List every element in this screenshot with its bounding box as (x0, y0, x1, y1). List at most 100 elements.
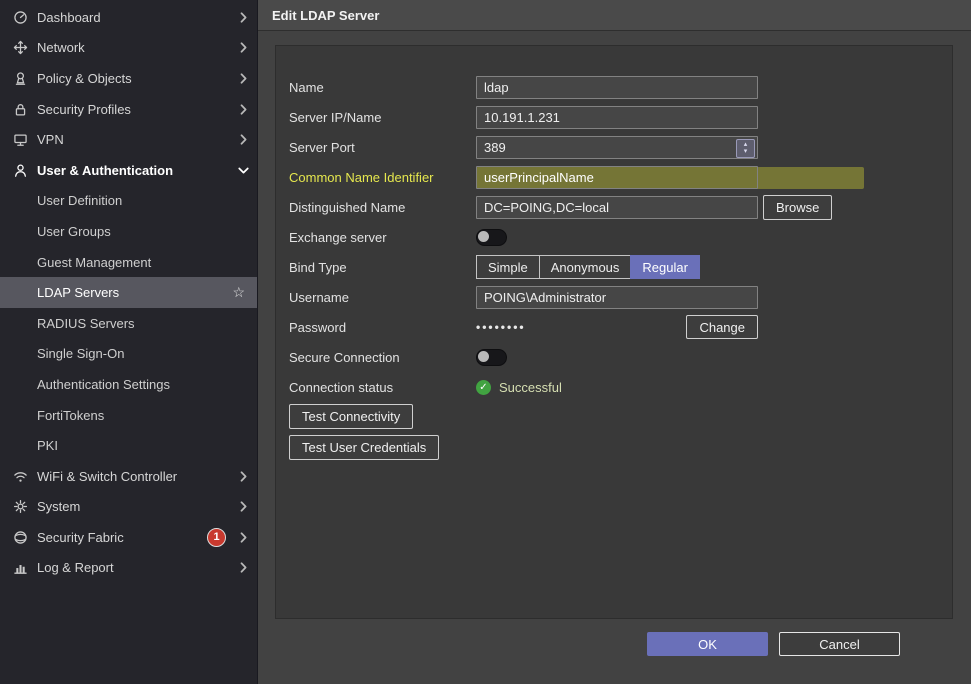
server-ip-row: Server IP/Name (276, 102, 952, 132)
footer-actions: OK Cancel (258, 632, 971, 656)
chevron-right-icon (240, 12, 247, 23)
sidebar-item-label: Policy & Objects (37, 71, 234, 86)
sidebar-item-vpn[interactable]: VPN (0, 124, 257, 155)
sidebar-item-log-report[interactable]: Log & Report (0, 553, 257, 584)
bind-type-regular[interactable]: Regular (630, 255, 700, 279)
monitor-icon (13, 132, 37, 147)
username-input[interactable] (476, 286, 758, 309)
bind-type-simple[interactable]: Simple (476, 255, 540, 279)
server-port-label: Server Port (289, 140, 476, 155)
bind-type-anonymous[interactable]: Anonymous (539, 255, 632, 279)
sidebar-item-wifi-switch-controller[interactable]: WiFi & Switch Controller (0, 461, 257, 492)
name-row: Name (276, 72, 952, 102)
chevron-right-icon (240, 501, 247, 512)
name-input[interactable] (476, 76, 758, 99)
stepper-down-icon[interactable]: ▾ (744, 148, 748, 155)
distinguished-name-input[interactable] (476, 196, 758, 219)
chevron-right-icon (240, 134, 247, 145)
test-user-credentials-button[interactable]: Test User Credentials (289, 435, 439, 460)
toggle-knob (478, 351, 489, 362)
fabric-icon (13, 530, 37, 545)
content-header: Edit LDAP Server (258, 0, 971, 31)
secure-connection-toggle[interactable] (476, 349, 507, 366)
dashboard-icon (13, 10, 37, 25)
connection-status-text: Successful (499, 380, 562, 395)
bind-type-label: Bind Type (289, 260, 476, 275)
sidebar-item-label: RADIUS Servers (37, 316, 247, 331)
username-row: Username (276, 282, 952, 312)
password-row: Password •••••••• Change (276, 312, 952, 342)
chevron-right-icon (240, 562, 247, 573)
username-label: Username (289, 290, 476, 305)
favorite-star-icon[interactable]: ☆ (232, 284, 245, 301)
sidebar-item-label: Authentication Settings (37, 377, 247, 392)
sidebar-item-label: Security Fabric (37, 530, 207, 545)
page-title: Edit LDAP Server (272, 8, 379, 23)
sidebar-item-label: Security Profiles (37, 102, 234, 117)
wifi-icon (13, 469, 37, 484)
server-ip-label: Server IP/Name (289, 110, 476, 125)
sidebar-item-security-profiles[interactable]: Security Profiles (0, 94, 257, 125)
lock-icon (13, 102, 37, 117)
sidebar-item-authentication-settings[interactable]: Authentication Settings (0, 369, 257, 400)
sidebar-item-label: WiFi & Switch Controller (37, 469, 234, 484)
chevron-down-icon (238, 167, 249, 174)
sidebar-item-policy-objects[interactable]: Policy & Objects (0, 63, 257, 94)
ok-button[interactable]: OK (647, 632, 768, 656)
sidebar-item-security-fabric[interactable]: Security Fabric 1 (0, 522, 257, 553)
distinguished-name-label: Distinguished Name (289, 200, 476, 215)
stepper-up-icon[interactable]: ▴ (744, 141, 748, 148)
chevron-right-icon (240, 471, 247, 482)
name-label: Name (289, 80, 476, 95)
sidebar-item-system[interactable]: System (0, 492, 257, 523)
exchange-server-row: Exchange server (276, 222, 952, 252)
chevron-right-icon (240, 73, 247, 84)
chart-icon (13, 560, 37, 575)
common-name-row: Common Name Identifier (276, 162, 952, 192)
sidebar-item-network[interactable]: Network (0, 33, 257, 64)
sidebar-item-label: VPN (37, 132, 234, 147)
change-password-button[interactable]: Change (686, 315, 758, 339)
password-masked: •••••••• (476, 320, 526, 334)
test-connectivity-button[interactable]: Test Connectivity (289, 404, 413, 429)
sidebar-item-single-sign-on[interactable]: Single Sign-On (0, 339, 257, 370)
chevron-right-icon (240, 532, 247, 543)
sidebar-item-label: Guest Management (37, 255, 247, 270)
sidebar-item-label: Single Sign-On (37, 346, 247, 361)
server-port-input[interactable] (476, 136, 758, 159)
sidebar-item-user-groups[interactable]: User Groups (0, 216, 257, 247)
common-name-input[interactable] (476, 166, 758, 189)
server-ip-input[interactable] (476, 106, 758, 129)
sidebar-item-fortitokens[interactable]: FortiTokens (0, 400, 257, 431)
notification-badge: 1 (207, 528, 226, 547)
sidebar-item-label: System (37, 499, 234, 514)
secure-connection-row: Secure Connection (276, 342, 952, 372)
connection-status-label: Connection status (289, 380, 476, 395)
main-content: Edit LDAP Server Name Server IP/Name Ser… (258, 0, 971, 684)
sidebar-item-guest-management[interactable]: Guest Management (0, 247, 257, 278)
sidebar-item-dashboard[interactable]: Dashboard (0, 2, 257, 33)
sidebar-item-label: User & Authentication (37, 163, 234, 178)
sidebar-item-radius-servers[interactable]: RADIUS Servers (0, 308, 257, 339)
browse-button[interactable]: Browse (763, 195, 832, 220)
sidebar-item-label: Log & Report (37, 560, 234, 575)
distinguished-name-row: Distinguished Name Browse (276, 192, 952, 222)
secure-connection-label: Secure Connection (289, 350, 476, 365)
cancel-button[interactable]: Cancel (779, 632, 900, 656)
edit-ldap-form: Name Server IP/Name Server Port ▴ ▾ (275, 45, 953, 619)
app-root: Dashboard Network Policy & Objects Secur… (0, 0, 971, 684)
sidebar-item-label: Network (37, 40, 234, 55)
sidebar-item-label: Dashboard (37, 10, 234, 25)
chevron-right-icon (240, 104, 247, 115)
sidebar-item-pki[interactable]: PKI (0, 430, 257, 461)
port-stepper[interactable]: ▴ ▾ (736, 139, 755, 158)
sidebar-item-ldap-servers[interactable]: LDAP Servers ☆ (0, 277, 257, 308)
bind-type-row: Bind Type Simple Anonymous Regular (276, 252, 952, 282)
policy-icon (13, 71, 37, 86)
password-label: Password (289, 320, 476, 335)
sidebar-item-user-definition[interactable]: User Definition (0, 186, 257, 217)
exchange-server-toggle[interactable] (476, 229, 507, 246)
sidebar-item-user-authentication[interactable]: User & Authentication (0, 155, 257, 186)
sidebar-item-label: User Groups (37, 224, 247, 239)
success-check-icon: ✓ (476, 380, 491, 395)
